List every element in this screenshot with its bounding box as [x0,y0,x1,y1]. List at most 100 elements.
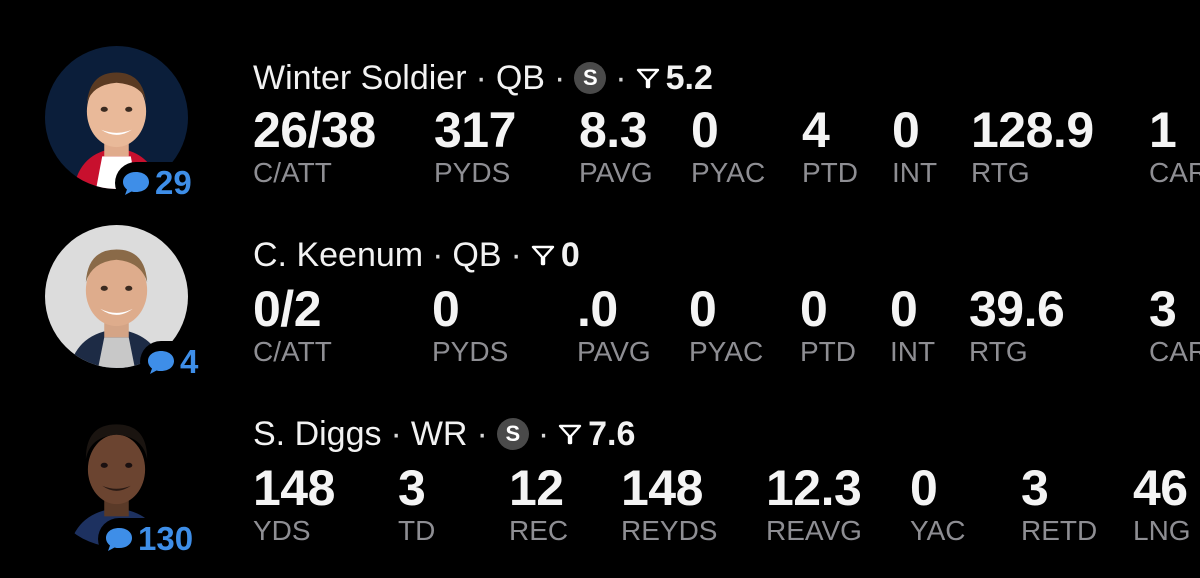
stat-value: 0 [892,102,920,158]
starter-badge: S [496,418,529,450]
stat-value: 3 [1149,281,1177,337]
separator-dot: · [615,58,627,97]
stat-label: REAVG [766,515,862,546]
stat-label: RTG [971,157,1030,188]
speech-bubble-icon [106,528,132,551]
stat-c-att: 26/38 C/ATT [253,104,376,188]
stat-label: TD [398,515,436,546]
stat-label: C/ATT [253,336,332,367]
comment-count-badge[interactable]: 29 [115,162,200,204]
stat-rec: 12 REC [509,462,568,546]
stat-value: 148 [253,460,335,516]
stat-value: 12 [509,460,564,516]
player-name[interactable]: Winter Soldier [253,59,467,98]
player-position: QB [495,58,545,97]
stat-label: C/ATT [253,157,332,188]
player-row-winter-soldier[interactable]: 29 Winter Soldier · QB · S · 5.2 26/38 C… [0,40,1200,220]
stat-value: 0/2 [253,281,322,337]
stat-value: 0 [910,460,938,516]
comment-count: 29 [155,164,192,201]
stat-reyds: 148 REYDS [621,462,717,546]
comment-count-badge[interactable]: 4 [140,341,207,383]
funnel-projection-icon [531,245,555,266]
stat-label: PYDS [432,336,509,367]
stat-label: RTG [969,336,1028,367]
funnel-projection-icon [558,424,582,445]
stat-value: 0 [800,281,828,337]
separator-dot: · [510,235,522,274]
player-headline: S. Diggs · WR · S · 7.6 [253,412,635,456]
stat-pyds: 317 PYDS [434,104,516,188]
stat-label: INT [890,336,936,367]
stat-yds: 148 YDS [253,462,335,546]
player-headline: Winter Soldier · QB · S · 5.2 [253,56,713,100]
stat-label: REYDS [621,515,718,546]
stat-pyac: 0 PYAC [691,104,765,188]
projection-value: 5.2 [665,58,713,97]
stat-value: 3 [398,460,426,516]
player-name[interactable]: C. Keenum [253,236,423,275]
stat-label: CAR [1149,336,1200,367]
separator-dot: · [432,235,444,274]
separator-dot: · [476,414,488,453]
player-row-s-diggs[interactable]: 130 S. Diggs · WR · S · 7.6 148 YDS 3 TD… [0,398,1200,578]
stat-label: PTD [802,157,858,188]
stat-value: 148 [621,460,703,516]
stat-label: YDS [253,515,311,546]
stat-label: INT [892,157,938,188]
comment-count-badge[interactable]: 130 [98,518,202,560]
stat-retd: 3 RETD [1021,462,1097,546]
stat-value: 12.3 [766,460,862,516]
stat-label: PAVG [579,157,653,188]
projection-value: 7.6 [588,414,636,453]
stat-label: PYAC [689,336,764,367]
player-row-c-keenum[interactable]: 4 C. Keenum · QB · 0 0/2 C/ATT 0 PYDS .0… [0,219,1200,399]
comment-count: 130 [138,520,194,557]
stat-reavg: 12.3 REAVG [766,462,862,546]
stat-label: PAVG [577,336,651,367]
player-position: QB [452,235,502,274]
stat-ptd: 4 PTD [802,104,858,188]
stat-car: 3 CAR [1149,283,1200,367]
stat-label: PTD [800,336,856,367]
stat-value: 4 [802,102,830,158]
projection: 0 [531,236,580,275]
funnel-projection-icon [636,68,659,89]
stat-value: 0 [890,281,918,337]
stat-pyds: 0 PYDS [432,283,508,367]
stat-value: 39.6 [969,281,1065,337]
stat-value: .0 [577,281,618,337]
speech-bubble-icon [123,172,149,195]
player-name[interactable]: S. Diggs [253,415,382,454]
comment-count: 4 [180,343,199,380]
stat-pyac: 0 PYAC [689,283,763,367]
stat-rtg: 39.6 RTG [969,281,1065,367]
stat-value: 0 [691,102,719,158]
stat-pavg: 8.3 PAVG [579,104,653,188]
stat-int: 0 INT [890,283,935,367]
separator-dot: · [475,58,487,97]
stat-td: 3 TD [398,462,435,546]
separator-dot: · [553,58,566,97]
projection: 5.2 [636,59,713,98]
separator-dot: · [390,414,402,453]
stat-int: 0 INT [892,104,937,188]
stat-value: 0 [432,281,460,337]
stat-pavg: .0 PAVG [577,283,651,367]
projection: 7.6 [558,415,635,454]
separator-dot: · [537,414,550,453]
stat-value: 26/38 [253,102,376,158]
stat-label: CAR [1149,157,1200,188]
stat-lng: 46 LNG [1133,462,1191,546]
starter-badge: S [574,62,607,94]
speech-bubble-icon [148,351,174,374]
stat-label: RETD [1021,515,1098,546]
stat-value: 3 [1021,460,1049,516]
stat-value: 46 [1133,460,1188,516]
stat-label: LNG [1133,515,1191,546]
player-position: WR [410,414,468,453]
stat-label: YAC [910,515,966,546]
stat-yac: 0 YAC [910,462,966,546]
stat-ptd: 0 PTD [800,283,856,367]
stat-value: 0 [689,281,717,337]
